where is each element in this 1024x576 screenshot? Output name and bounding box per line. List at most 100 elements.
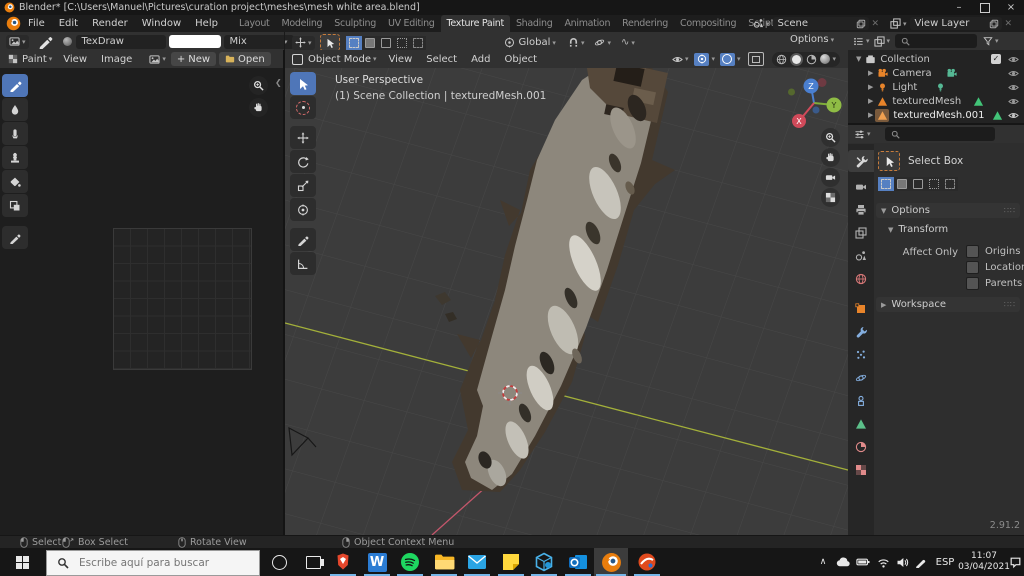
soften-tool-button[interactable] <box>2 98 28 121</box>
image-menu-view[interactable]: View <box>56 51 94 68</box>
tab-modeling[interactable]: Modeling <box>275 15 328 32</box>
tab-physics[interactable] <box>848 367 874 389</box>
properties-search-field[interactable] <box>884 127 995 141</box>
collection-eye-icon[interactable] <box>1008 54 1019 65</box>
outliner-row-collection[interactable]: ▼ Collection ✓ <box>848 52 1024 66</box>
scene-name-field[interactable]: Scene <box>772 17 869 30</box>
close-button[interactable]: × <box>998 0 1024 15</box>
outliner-row-texturedmesh[interactable]: ▶ texturedMesh <box>848 94 1024 108</box>
orientation-dropdown[interactable]: Global ▾ <box>504 37 556 48</box>
new-scene-icon[interactable] <box>856 19 866 29</box>
language-indicator[interactable]: ESP <box>932 548 958 576</box>
wifi-tray-icon[interactable] <box>874 548 892 576</box>
tab-shading[interactable]: Shading <box>510 15 559 32</box>
select-mode-new[interactable] <box>345 35 362 50</box>
light-eye-icon[interactable] <box>1008 82 1019 93</box>
select-mode-intersect[interactable] <box>409 35 426 50</box>
taskbar-app-3d-viewer[interactable] <box>527 548 561 576</box>
outliner-row-camera[interactable]: ▶ Camera <box>848 66 1024 80</box>
tab-material[interactable] <box>848 436 874 458</box>
scene-icon[interactable] <box>753 18 764 29</box>
mask-tool-button[interactable] <box>2 194 28 217</box>
origins-checkbox[interactable] <box>966 245 979 258</box>
tab-texture-paint[interactable]: Texture Paint <box>440 15 510 32</box>
measure-tool-button[interactable] <box>290 252 316 275</box>
select-box-tool-button[interactable] <box>290 72 316 95</box>
select-mode-extend[interactable] <box>361 35 378 50</box>
props-mode-invert[interactable] <box>926 177 942 191</box>
taskbar-app-outlook[interactable] <box>561 548 595 576</box>
options-panel-header[interactable]: ▼ Options ∷∷ <box>876 203 1020 218</box>
disclosure-right-icon[interactable]: ▶ <box>868 83 873 91</box>
minimize-button[interactable]: – <box>946 0 972 15</box>
tab-view-layer[interactable] <box>848 222 874 244</box>
workspace-panel-header[interactable]: ▶ Workspace ∷∷ <box>876 297 1020 312</box>
parents-checkbox[interactable] <box>966 277 979 290</box>
panel-grip-icon[interactable]: ∷∷ <box>1004 206 1016 215</box>
open-image-button[interactable]: Open <box>219 52 271 66</box>
taskbar-app-mail[interactable] <box>460 548 494 576</box>
xray-toggle[interactable] <box>748 52 765 66</box>
battery-tray-icon[interactable] <box>854 548 872 576</box>
taskbar-app-sticky-notes[interactable] <box>494 548 528 576</box>
scale-tool-button[interactable] <box>290 174 316 197</box>
show-overlays-toggle[interactable] <box>719 52 735 66</box>
transform-tool-button[interactable] <box>290 198 316 221</box>
image-pan-gizmo[interactable] <box>249 98 268 117</box>
vp-menu-view[interactable]: View <box>382 51 420 68</box>
tool-fallback-dropdown[interactable]: ▾ <box>292 35 315 50</box>
onedrive-tray-icon[interactable] <box>834 548 852 576</box>
taskbar-search[interactable] <box>46 550 260 576</box>
transform-subpanel-header[interactable]: ▼ Transform <box>888 224 948 235</box>
tab-object-data[interactable] <box>848 413 874 435</box>
maximize-button[interactable] <box>972 0 998 15</box>
navigation-gizmo[interactable]: Z Y X <box>788 78 846 134</box>
props-mode-extend[interactable] <box>894 177 910 191</box>
image-zoom-gizmo[interactable] <box>249 76 268 95</box>
panel-grip-icon[interactable]: ∷∷ <box>1004 300 1016 309</box>
outliner-filter-button[interactable]: ▾ <box>983 36 999 46</box>
browse-image-button[interactable]: ▾ <box>149 54 166 65</box>
task-view-button[interactable] <box>296 548 330 576</box>
taskbar-app-blender-active[interactable] <box>594 548 628 576</box>
locations-checkbox[interactable] <box>966 261 979 274</box>
move-tool-button[interactable] <box>290 126 316 149</box>
options-dropdown[interactable]: Options ▾ <box>790 34 834 45</box>
disclosure-right-icon[interactable]: ▶ <box>868 97 873 105</box>
tab-modifiers[interactable] <box>848 321 874 343</box>
outliner-row-texturedmesh-001[interactable]: ▶ texturedMesh.001 <box>848 108 1024 122</box>
blender-menu-icon[interactable] <box>6 16 21 31</box>
menu-edit[interactable]: Edit <box>52 15 85 32</box>
disclosure-down-icon[interactable]: ▼ <box>856 55 861 63</box>
props-mode-subtract[interactable] <box>910 177 926 191</box>
disclosure-right-icon[interactable]: ▶ <box>868 69 873 77</box>
outliner-row-light[interactable]: ▶ Light <box>848 80 1024 94</box>
start-button[interactable] <box>0 548 44 576</box>
tab-rendering[interactable]: Rendering <box>616 15 674 32</box>
object-visibility-icon[interactable] <box>672 54 683 65</box>
cursor-tool-button[interactable] <box>290 96 316 119</box>
menu-render[interactable]: Render <box>85 15 135 32</box>
fill-tool-button[interactable] <box>2 170 28 193</box>
editor-type-button[interactable]: ▾ <box>6 34 29 49</box>
tab-object[interactable] <box>848 298 874 320</box>
vp-menu-add[interactable]: Add <box>464 51 497 68</box>
image-mode-dropdown[interactable]: Paint ▾ <box>8 54 52 65</box>
vp-perspective-toggle[interactable] <box>821 188 840 207</box>
vp-pan-gizmo[interactable] <box>821 148 840 167</box>
rotate-tool-button[interactable] <box>290 150 316 173</box>
tab-animation[interactable]: Animation <box>558 15 616 32</box>
smear-tool-button[interactable] <box>2 122 28 145</box>
outliner-search-field[interactable] <box>895 34 978 48</box>
taskbar-app-explorer[interactable] <box>427 548 461 576</box>
action-center-button[interactable] <box>1006 548 1024 576</box>
vp-menu-select[interactable]: Select <box>419 51 464 68</box>
brush-color-swatch[interactable] <box>168 35 221 48</box>
mesh-eye-icon[interactable] <box>1008 96 1019 107</box>
brush-name-field[interactable]: TexDraw <box>75 34 166 49</box>
show-gizmo-toggle[interactable] <box>694 52 710 66</box>
select-mode-invert[interactable] <box>393 35 410 50</box>
annotate-tool-button[interactable] <box>2 226 28 249</box>
props-mode-intersect[interactable] <box>942 177 958 191</box>
draw-tool-button[interactable] <box>2 74 28 97</box>
